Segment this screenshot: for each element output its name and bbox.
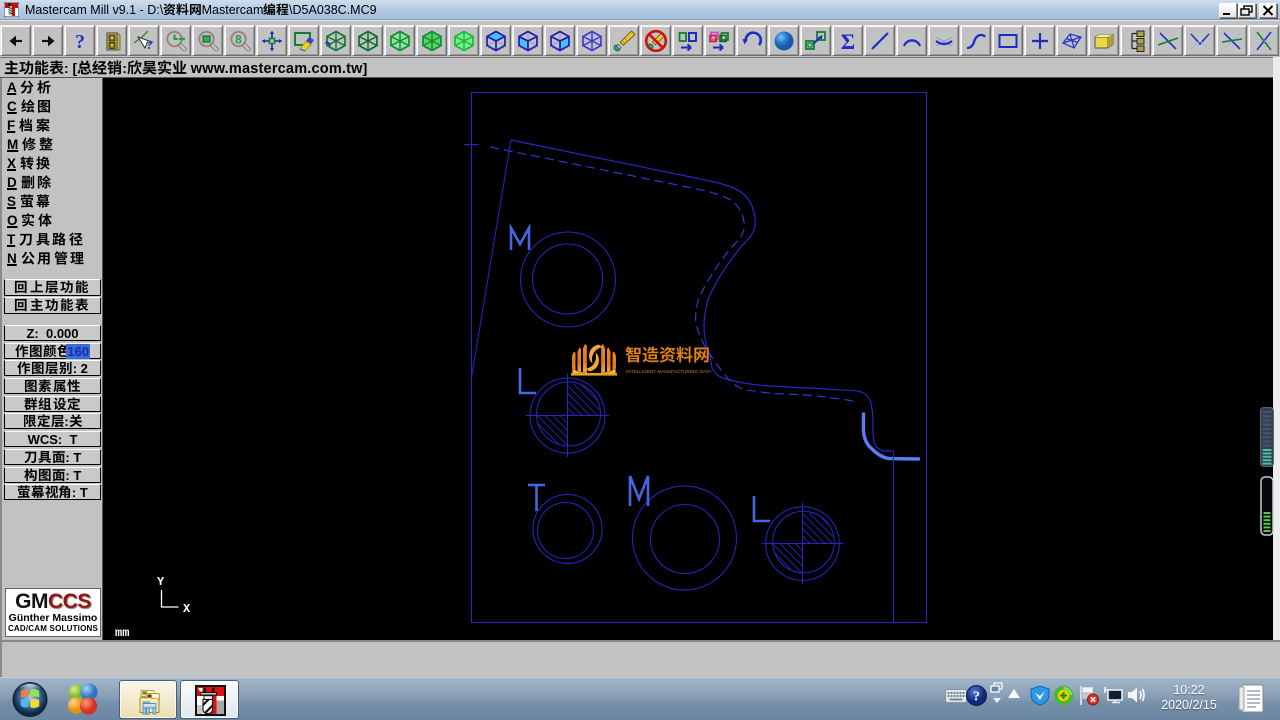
svg-text:Σ: Σ xyxy=(840,29,854,53)
svg-text:mm: mm xyxy=(115,626,129,640)
svg-text:?: ? xyxy=(973,690,980,705)
svg-text:?: ? xyxy=(146,37,153,52)
svg-text:INTELLIGENT MANUFACTURING DATA: INTELLIGENT MANUFACTURING DATA xyxy=(626,369,712,374)
svg-text:Y: Y xyxy=(157,575,165,589)
svg-text:?: ? xyxy=(75,31,85,53)
svg-text:8: 8 xyxy=(235,32,242,46)
svg-text:X: X xyxy=(183,602,191,616)
